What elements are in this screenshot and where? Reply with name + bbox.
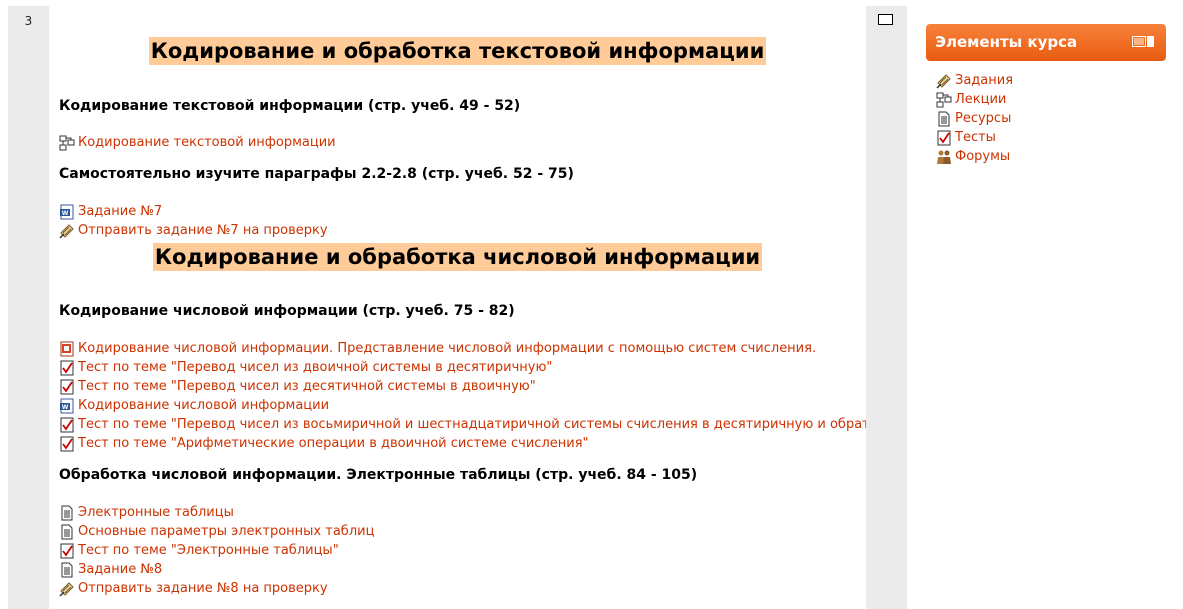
activity-label[interactable]: Кодирование текстовой информации: [78, 135, 336, 150]
quiz-icon: [59, 417, 75, 433]
activity-link[interactable]: Тест по теме "Арифметические операции в …: [59, 434, 589, 453]
activity-link[interactable]: Задание №7: [59, 202, 162, 221]
activity-label[interactable]: Тест по теме "Электронные таблицы": [78, 543, 339, 558]
word-doc-icon: [59, 398, 75, 414]
block-item-resources[interactable]: Ресурсы: [936, 109, 1011, 128]
activity-link[interactable]: Основные параметры электронных таблиц: [59, 522, 374, 541]
quiz-icon: [936, 130, 952, 146]
course-elements-block-header: Элементы курса: [926, 24, 1166, 61]
activity-label[interactable]: Электронные таблицы: [78, 505, 234, 520]
activity-link[interactable]: Отправить задание №7 на проверку: [59, 221, 328, 240]
activity-link[interactable]: Кодирование числовой информации: [59, 396, 329, 415]
subheading: Кодирование числовой информации (стр. уч…: [59, 303, 515, 319]
page-icon: [936, 111, 952, 127]
quiz-icon: [59, 379, 75, 395]
activity-label[interactable]: Тест по теме "Перевод чисел из восьмирич…: [78, 417, 892, 432]
activity-link[interactable]: Тест по теме "Электронные таблицы": [59, 541, 339, 560]
lesson-icon: [936, 92, 952, 108]
activity-link[interactable]: Тест по теме "Перевод чисел из восьмирич…: [59, 415, 892, 434]
activity-label[interactable]: Кодирование числовой информации: [78, 398, 329, 413]
assignment-icon: [59, 223, 75, 239]
lesson-icon: [59, 135, 75, 151]
block-item-label[interactable]: Задания: [955, 73, 1013, 88]
subheading: Кодирование текстовой информации (стр. у…: [59, 98, 521, 114]
activity-link[interactable]: Отправить задание №8 на проверку: [59, 579, 328, 598]
activity-link[interactable]: Задание №8: [59, 560, 162, 579]
block-title: Элементы курса: [935, 33, 1078, 51]
activity-label[interactable]: Кодирование числовой информации. Предста…: [78, 341, 816, 356]
quiz-icon: [59, 360, 75, 376]
show-only-section-icon[interactable]: [878, 14, 893, 25]
section-number: 3: [24, 14, 33, 28]
block-item-label[interactable]: Лекции: [955, 92, 1006, 107]
block-item-label[interactable]: Форумы: [955, 149, 1010, 164]
activity-link[interactable]: Кодирование числовой информации. Предста…: [59, 339, 816, 358]
quiz-icon: [59, 543, 75, 559]
block-item-lessons[interactable]: Лекции: [936, 90, 1006, 109]
quiz-icon: [59, 436, 75, 452]
block-dock-icon[interactable]: [1132, 36, 1154, 47]
word-doc-icon: [59, 204, 75, 220]
subheading: Самостоятельно изучите параграфы 2.2-2.8…: [59, 166, 574, 182]
activity-link[interactable]: Электронные таблицы: [59, 503, 234, 522]
assignment-icon: [936, 73, 952, 89]
activity-label[interactable]: Тест по теме "Перевод чисел из двоичной …: [78, 360, 552, 375]
page-icon: [59, 524, 75, 540]
section-controls-column: [866, 6, 907, 609]
activity-link[interactable]: Тест по теме "Перевод чисел из десятично…: [59, 377, 536, 396]
activity-label[interactable]: Основные параметры электронных таблиц: [78, 524, 374, 539]
block-item-label[interactable]: Тесты: [955, 130, 996, 145]
section-number-column: 3: [8, 6, 49, 609]
block-item-label[interactable]: Ресурсы: [955, 111, 1011, 126]
activity-link[interactable]: Тест по теме "Перевод чисел из двоичной …: [59, 358, 552, 377]
presentation-icon: [59, 341, 75, 357]
activity-label[interactable]: Задание №8: [78, 562, 162, 577]
subheading: Обработка числовой информации. Электронн…: [59, 467, 698, 483]
block-item-forums[interactable]: Форумы: [936, 147, 1010, 166]
page-icon: [59, 505, 75, 521]
forum-icon: [936, 149, 952, 165]
page-icon: [59, 562, 75, 578]
heading-wrapper: Кодирование и обработка текстовой информ…: [49, 37, 866, 65]
activity-label[interactable]: Тест по теме "Арифметические операции в …: [78, 436, 589, 451]
activity-label[interactable]: Отправить задание №8 на проверку: [78, 581, 328, 596]
block-item-quizzes[interactable]: Тесты: [936, 128, 996, 147]
activity-link[interactable]: Кодирование текстовой информации: [59, 133, 336, 152]
activity-label[interactable]: Тест по теме "Перевод чисел из десятично…: [78, 379, 536, 394]
activity-label[interactable]: Отправить задание №7 на проверку: [78, 223, 328, 238]
section-heading-text: Кодирование и обработка числовой информа…: [152, 243, 763, 271]
heading-wrapper: Кодирование и обработка числовой информа…: [49, 243, 866, 271]
block-item-assignments[interactable]: Задания: [936, 71, 1013, 90]
section-content: Кодирование и обработка текстовой информ…: [49, 6, 892, 609]
activity-label[interactable]: Задание №7: [78, 204, 162, 219]
section-heading-text: Кодирование и обработка текстовой информ…: [148, 37, 767, 65]
assignment-icon: [59, 581, 75, 597]
